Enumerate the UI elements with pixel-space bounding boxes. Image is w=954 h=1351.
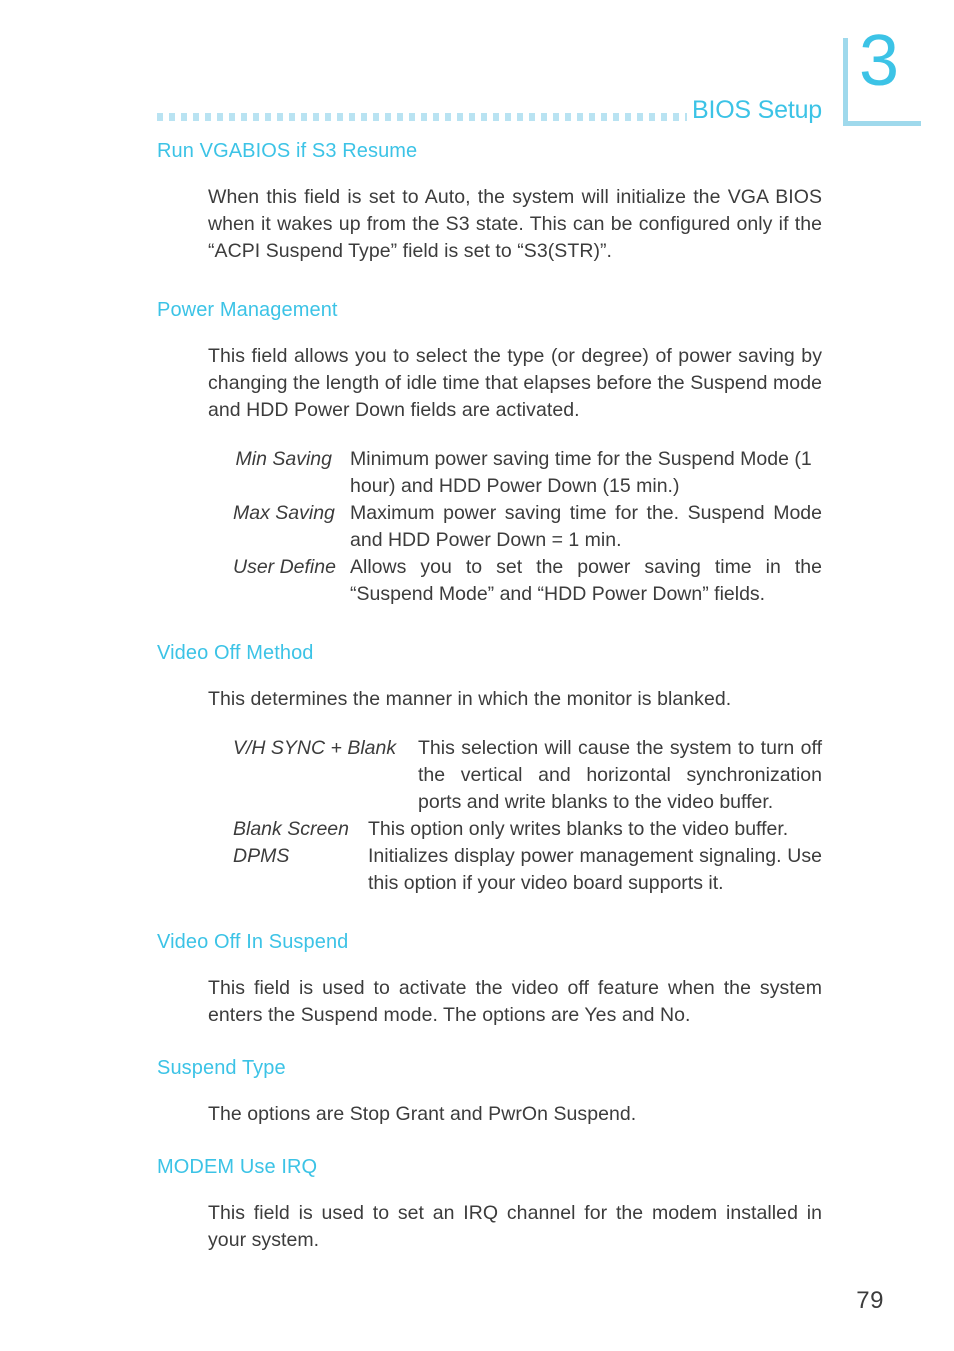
- section-paragraph: This field is used to activate the video…: [208, 977, 822, 1026]
- page-content: Run VGABIOS if S3 Resume When this field…: [0, 140, 954, 1254]
- section-heading: Power Management: [157, 299, 338, 321]
- definition-term: V/H SYNC + Blank: [233, 737, 397, 759]
- chapter-number: 3: [859, 21, 899, 101]
- section-video-off-in-suspend: Video Off In Suspend This field is used …: [0, 931, 954, 1029]
- definition-description: Minimum power saving time for the Suspen…: [350, 448, 812, 497]
- page-number: 79: [856, 1287, 884, 1314]
- section-paragraph: When this field is set to Auto, the syst…: [208, 186, 822, 262]
- section-paragraph: The options are Stop Grant and PwrOn Sus…: [208, 1103, 637, 1125]
- document-page: 3 BIOS Setup Run VGABIOS if S3 Resume Wh…: [0, 0, 954, 1351]
- section-heading: MODEM Use IRQ: [157, 1156, 318, 1178]
- section-video-off-method: Video Off Method This determines the man…: [0, 642, 954, 897]
- section-power-management: Power Management This field allows you t…: [0, 299, 954, 608]
- definition-description: Maximum power saving time for the. Suspe…: [350, 502, 822, 551]
- definition-row: Min Saving Minimum power saving time for…: [233, 446, 822, 500]
- section-modem-use-irq: MODEM Use IRQ This field is used to set …: [0, 1156, 954, 1254]
- section-heading: Video Off In Suspend: [157, 931, 349, 953]
- chapter-bracket-vertical-rule: [843, 38, 848, 126]
- dotted-rule-icon: [157, 113, 687, 121]
- section-run-vgabios-if-s3-resume: Run VGABIOS if S3 Resume When this field…: [0, 140, 954, 265]
- definition-list-video-off-method: V/H SYNC + Blank This selection will cau…: [233, 735, 822, 897]
- section-heading: Suspend Type: [157, 1057, 286, 1079]
- definition-description: This option only writes blanks to the vi…: [368, 818, 789, 840]
- section-heading: Video Off Method: [157, 642, 314, 664]
- page-header: 3 BIOS Setup: [0, 0, 954, 140]
- chapter-bracket: 3: [843, 25, 921, 126]
- definition-term: DPMS: [233, 845, 290, 867]
- definition-row: User Define Allows you to set the power …: [233, 554, 822, 608]
- section-paragraph: This field allows you to select the type…: [208, 345, 822, 421]
- definition-term: Min Saving: [235, 448, 332, 470]
- section-suspend-type: Suspend Type The options are Stop Grant …: [0, 1057, 954, 1128]
- definition-row: V/H SYNC + Blank This selection will cau…: [233, 735, 822, 816]
- definition-description: This selection will cause the system to …: [418, 737, 822, 813]
- header-title: BIOS Setup: [691, 96, 822, 124]
- definition-term: Blank Screen: [233, 818, 349, 840]
- definition-list-power-management: Min Saving Minimum power saving time for…: [233, 446, 822, 608]
- definition-description: Allows you to set the power saving time …: [350, 556, 822, 605]
- chapter-bracket-horizontal-rule: [843, 121, 921, 126]
- definition-row: DPMS Initializes display power managemen…: [233, 843, 822, 897]
- section-heading: Run VGABIOS if S3 Resume: [157, 140, 418, 162]
- definition-term: User Define: [233, 556, 336, 578]
- definition-description: Initializes display power management sig…: [368, 845, 822, 894]
- definition-term: Max Saving: [233, 502, 335, 524]
- definition-row: Max Saving Maximum power saving time for…: [233, 500, 822, 554]
- definition-row: Blank Screen This option only writes bla…: [233, 816, 822, 843]
- section-paragraph: This determines the manner in which the …: [208, 688, 732, 710]
- section-paragraph: This field is used to set an IRQ channel…: [208, 1202, 822, 1251]
